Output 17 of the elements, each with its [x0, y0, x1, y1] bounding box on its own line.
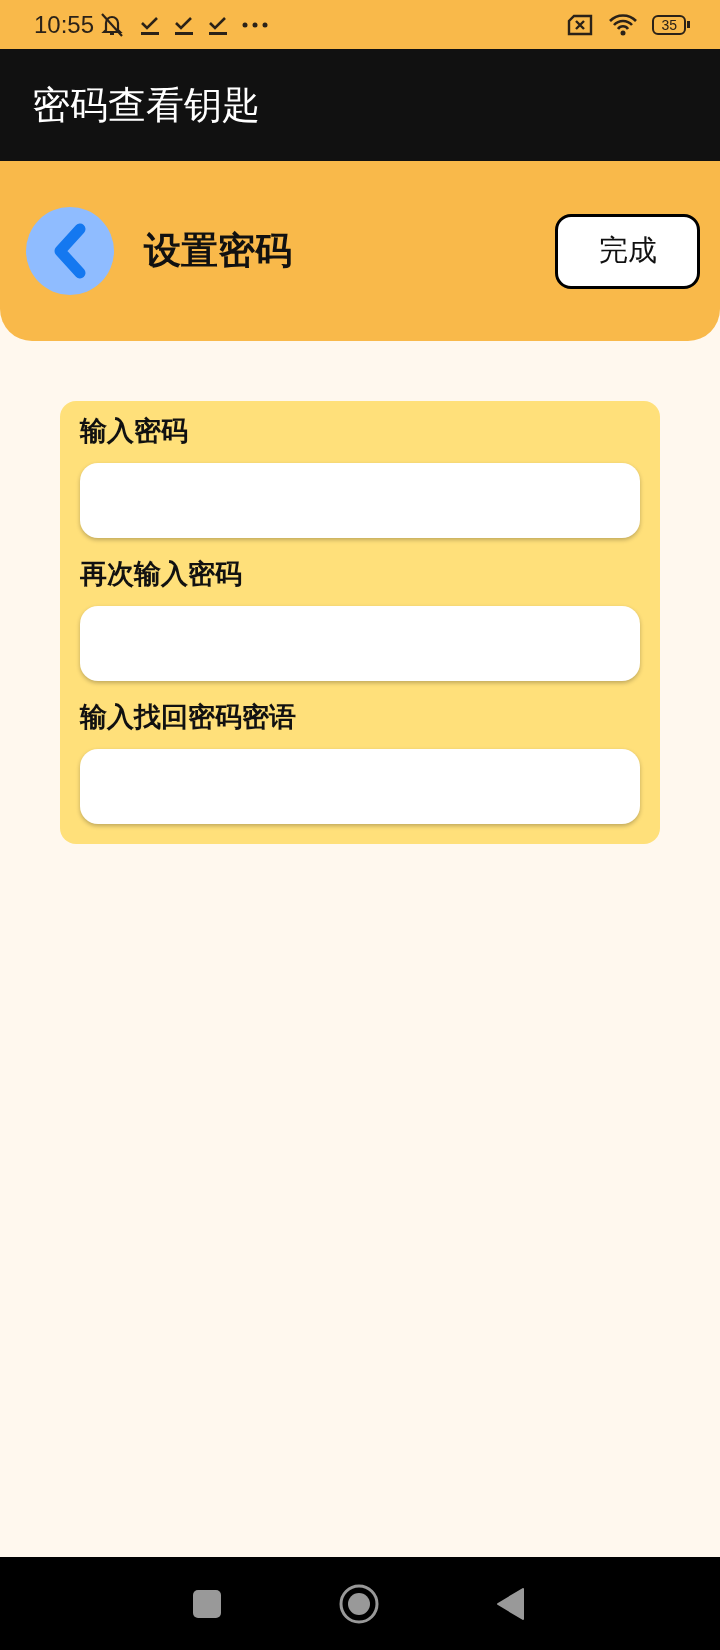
sim-off-icon [566, 13, 595, 36]
app-title: 密码查看钥匙 [32, 82, 260, 128]
page-title: 设置密码 [144, 229, 293, 273]
input-field[interactable] [80, 606, 640, 681]
recents-icon[interactable] [193, 1589, 221, 1618]
chevron-left-icon [52, 221, 88, 281]
field-label: 再次输入密码 [80, 558, 243, 590]
clock: 10:55 [34, 10, 95, 39]
back-icon[interactable] [497, 1587, 525, 1620]
field-label: 输入密码 [80, 415, 189, 447]
home-icon[interactable] [339, 1583, 379, 1624]
done-button[interactable]: 完成 [555, 213, 700, 289]
field-label: 输入找回密码密语 [80, 701, 297, 733]
wifi-icon [608, 12, 639, 37]
more-icon [242, 21, 269, 28]
input-field[interactable] [80, 463, 640, 538]
input-field[interactable] [80, 749, 640, 824]
